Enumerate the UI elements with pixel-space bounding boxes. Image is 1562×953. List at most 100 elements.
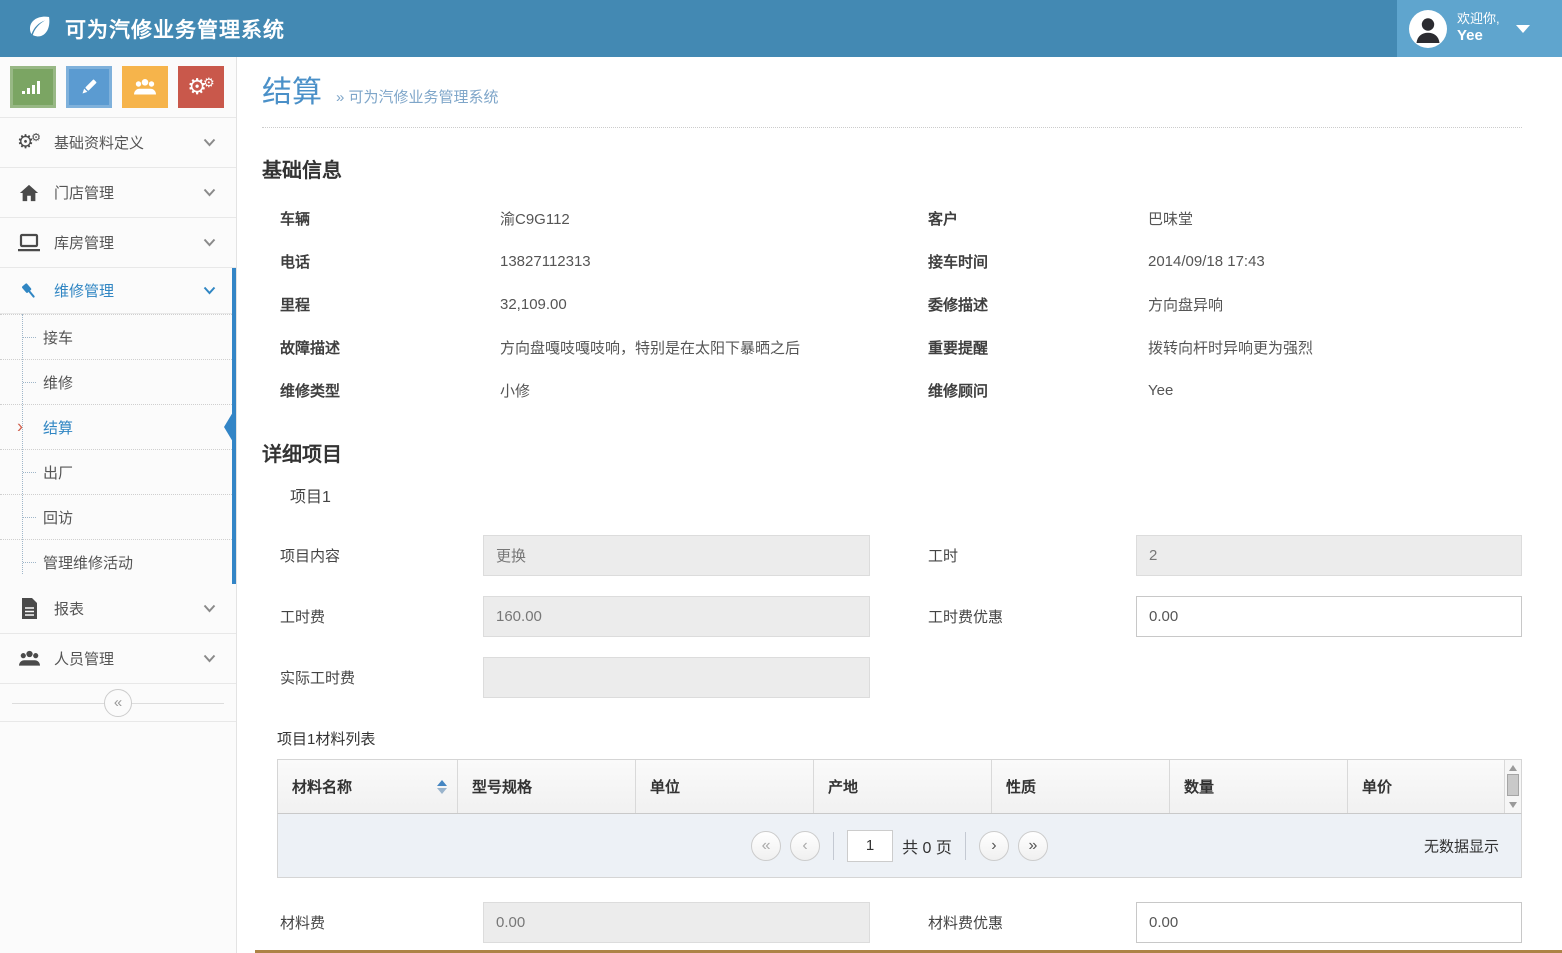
sidebar: ⚙⚙ ⚙⚙ 基础资料定义 门店管理 库房管理 维修管理 接车 维修 [0,57,237,953]
info-value: 2014/09/18 17:43 [1148,253,1522,270]
info-value: 13827112313 [500,253,928,270]
column-header-material-name[interactable]: 材料名称 [278,760,458,813]
sidebar-item-manage-repair-activities[interactable]: 管理维修活动 [0,539,236,584]
info-value: 方向盘嘎吱嘎吱响，特别是在太阳下暴晒之后 [500,337,928,358]
last-page-button[interactable]: » [1018,831,1048,861]
divider [833,832,834,860]
field-label: 工时 [928,545,1136,566]
brand: 可为汽修业务管理系统 [0,13,285,45]
info-label: 重要提醒 [928,337,1148,358]
column-header-quantity[interactable]: 数量 [1170,760,1348,813]
active-arrow-icon: › [17,417,23,435]
chevron-down-icon [203,134,216,151]
repair-mgmt-group: 维修管理 接车 维修 › 结算 出厂 回访 管理维修活动 [0,268,236,584]
chevron-down-icon [203,600,216,617]
gears-icon: ⚙⚙ [16,131,42,154]
sidebar-item-repair[interactable]: 维修 [0,359,236,404]
basic-info-grid: 车辆 渝C9G112 客户 巴味堂 电话 13827112313 接车时间 20… [280,197,1522,412]
field-label: 材料费优惠 [928,912,1136,933]
page-title: 结算 [262,73,322,113]
hours-field [1136,535,1522,576]
pagination-bar: « ‹ 共 0 页 › » 无数据显示 [277,813,1522,878]
project-content-field [483,535,870,576]
info-label: 电话 [280,251,500,272]
detail-heading: 详细项目 [262,438,1522,467]
scrollbar-thumb[interactable] [1507,774,1519,796]
form-row: 项目内容 工时 [280,535,1522,576]
first-page-button[interactable]: « [751,831,781,861]
divider [965,832,966,860]
info-value: 方向盘异响 [1148,294,1522,315]
welcome-text: 欢迎你, Yee [1457,11,1500,46]
user-menu[interactable]: 欢迎你, Yee [1397,0,1562,57]
column-header-unit[interactable]: 单位 [636,760,814,813]
materials-list-title: 项目1材料列表 [277,728,1522,749]
materials-table-header: 材料名称 型号规格 单位 产地 性质 数量 单价 [278,760,1521,813]
empty-data-text: 无数据显示 [1424,835,1499,856]
sidebar-item-follow-up[interactable]: 回访 [0,494,236,539]
sidebar-item-receive-car[interactable]: 接车 [0,314,236,359]
sidebar-item-personnel-mgmt[interactable]: 人员管理 [0,634,236,684]
table-scrollbar[interactable] [1504,760,1521,813]
prev-page-button[interactable]: ‹ [790,831,820,861]
column-header-origin[interactable]: 产地 [814,760,992,813]
sidebar-item-reports[interactable]: 报表 [0,584,236,634]
sort-icon[interactable] [437,780,447,794]
field-label: 实际工时费 [280,667,483,688]
chevron-down-icon [203,282,216,299]
basic-info-heading: 基础信息 [262,154,1522,183]
scroll-down-icon[interactable] [1509,802,1517,808]
scroll-up-icon[interactable] [1509,765,1517,771]
info-value: 渝C9G112 [500,208,928,229]
info-label: 维修顾问 [928,380,1148,401]
material-fee-field [483,902,870,943]
chevron-down-icon [203,650,216,667]
labor-fee-field [483,596,870,637]
sidebar-item-leave-factory[interactable]: 出厂 [0,449,236,494]
users-tile-button[interactable] [122,66,168,108]
sidebar-item-basic-data[interactable]: ⚙⚙ 基础资料定义 [0,118,236,168]
chevron-down-icon [203,184,216,201]
field-label: 项目内容 [280,545,483,566]
form-row: 实际工时费 [280,657,1522,698]
info-label: 维修类型 [280,380,500,401]
page-number-input[interactable] [847,830,893,862]
sidebar-collapse-button[interactable]: « [104,689,132,717]
info-label: 客户 [928,208,1148,229]
field-label: 材料费 [280,912,483,933]
file-icon [16,598,42,619]
column-header-unit-price[interactable]: 单价 [1348,760,1506,813]
info-value: 32,109.00 [500,296,928,313]
info-value: 拨转向杆时异响更为强烈 [1148,337,1522,358]
info-label: 里程 [280,294,500,315]
sidebar-item-store-mgmt[interactable]: 门店管理 [0,168,236,218]
gavel-icon [16,280,42,302]
column-header-model-spec[interactable]: 型号规格 [458,760,636,813]
materials-table: 材料名称 型号规格 单位 产地 性质 数量 单价 [277,759,1522,813]
labor-discount-field[interactable] [1136,596,1522,637]
page-total-label: 共 0 页 [902,834,952,858]
pencil-icon [78,76,100,98]
quick-tiles: ⚙⚙ [0,57,236,118]
sidebar-item-warehouse-mgmt[interactable]: 库房管理 [0,218,236,268]
page-header: 结算 » 可为汽修业务管理系统 [262,57,1522,128]
repair-submenu: 接车 维修 › 结算 出厂 回访 管理维修活动 [0,314,236,584]
users-icon [132,76,158,98]
form-row: 工时费 工时费优惠 [280,596,1522,637]
next-page-button[interactable]: › [979,831,1009,861]
info-value: Yee [1148,382,1522,399]
pencil-tile-button[interactable] [66,66,112,108]
gears-tile-button[interactable]: ⚙⚙ [178,66,224,108]
sidebar-item-repair-mgmt[interactable]: 维修管理 [0,268,236,314]
column-header-property[interactable]: 性质 [992,760,1170,813]
caret-down-icon [1516,25,1530,33]
app-title: 可为汽修业务管理系统 [65,14,285,44]
sidebar-item-settlement[interactable]: › 结算 [0,404,236,449]
field-label: 工时费 [280,606,483,627]
bar-chart-tile-button[interactable] [10,66,56,108]
users-icon [16,648,42,669]
info-label: 接车时间 [928,251,1148,272]
material-discount-field[interactable] [1136,902,1522,943]
info-value: 小修 [500,380,928,401]
collapse-icon: « [114,694,122,711]
